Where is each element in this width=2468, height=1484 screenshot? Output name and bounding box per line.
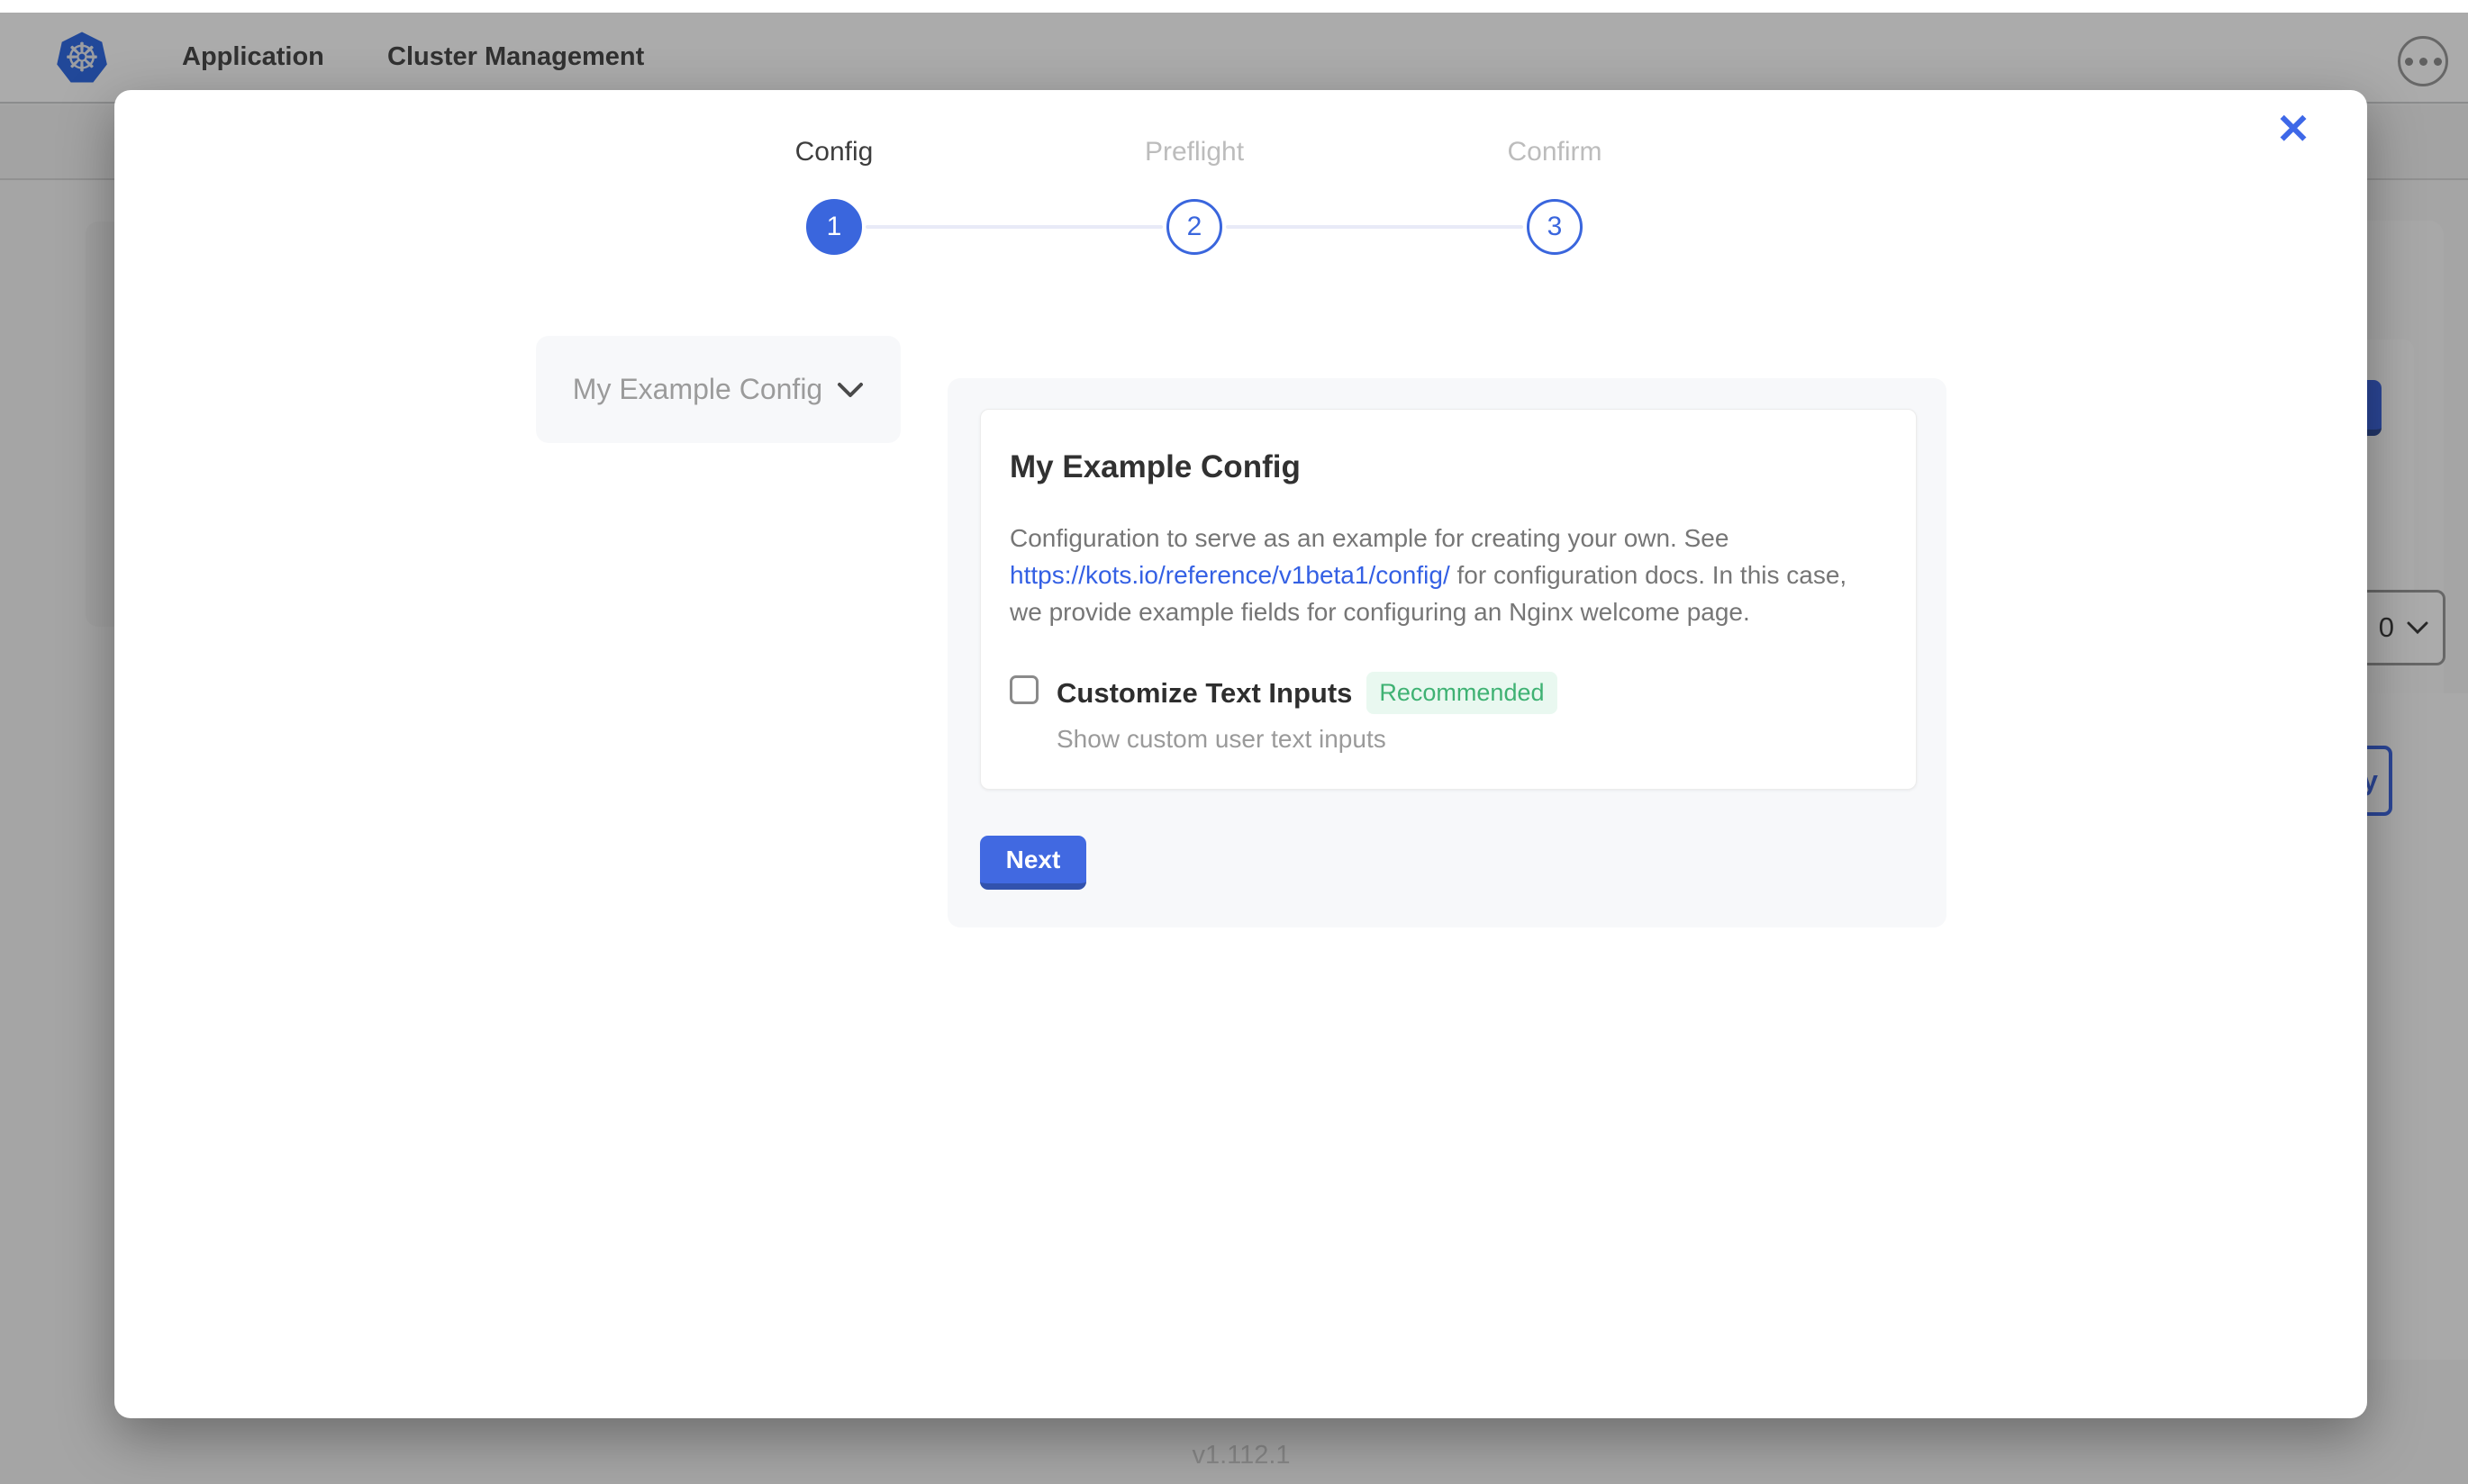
- step-connector-2-3: [1226, 225, 1523, 229]
- kots-admin-console: ☸ Application Cluster Management 0 y v1.…: [0, 0, 2468, 1484]
- checkbox-label: Customize Text Inputs: [1057, 677, 1352, 709]
- close-icon[interactable]: ✕: [2267, 103, 2319, 155]
- step-circle-2: 2: [1166, 199, 1222, 255]
- config-group-description: Configuration to serve as an example for…: [1010, 520, 1882, 630]
- recommended-badge: Recommended: [1366, 672, 1556, 714]
- config-group-card: My Example Config Configuration to serve…: [980, 409, 1917, 790]
- step-circle-1: 1: [806, 199, 862, 255]
- config-item-row: Customize Text Inputs Recommended Show cu…: [1010, 672, 1882, 754]
- config-group-label: My Example Config: [573, 373, 822, 406]
- step-connector-1-2: [866, 225, 1163, 229]
- checkbox-help-text: Show custom user text inputs: [1057, 725, 1557, 754]
- config-group-title: My Example Config: [1010, 449, 1882, 485]
- config-docs-link[interactable]: https://kots.io/reference/v1beta1/config…: [1010, 561, 1450, 589]
- config-panel: My Example Config Configuration to serve…: [948, 378, 1946, 928]
- step-label-confirm: Confirm: [1447, 137, 1663, 167]
- step-circle-3: 3: [1527, 199, 1583, 255]
- config-group-dropdown[interactable]: My Example Config: [536, 336, 901, 443]
- chevron-down-icon: [837, 382, 864, 398]
- window-top-strip: [0, 0, 2468, 13]
- next-button[interactable]: Next: [980, 836, 1086, 890]
- step-label-config: Config: [726, 137, 942, 167]
- customize-text-inputs-checkbox[interactable]: [1010, 675, 1039, 704]
- step-label-preflight: Preflight: [1086, 137, 1302, 167]
- config-wizard-modal: ✕ Config Preflight Confirm 1 2 3 My Exam…: [114, 90, 2367, 1418]
